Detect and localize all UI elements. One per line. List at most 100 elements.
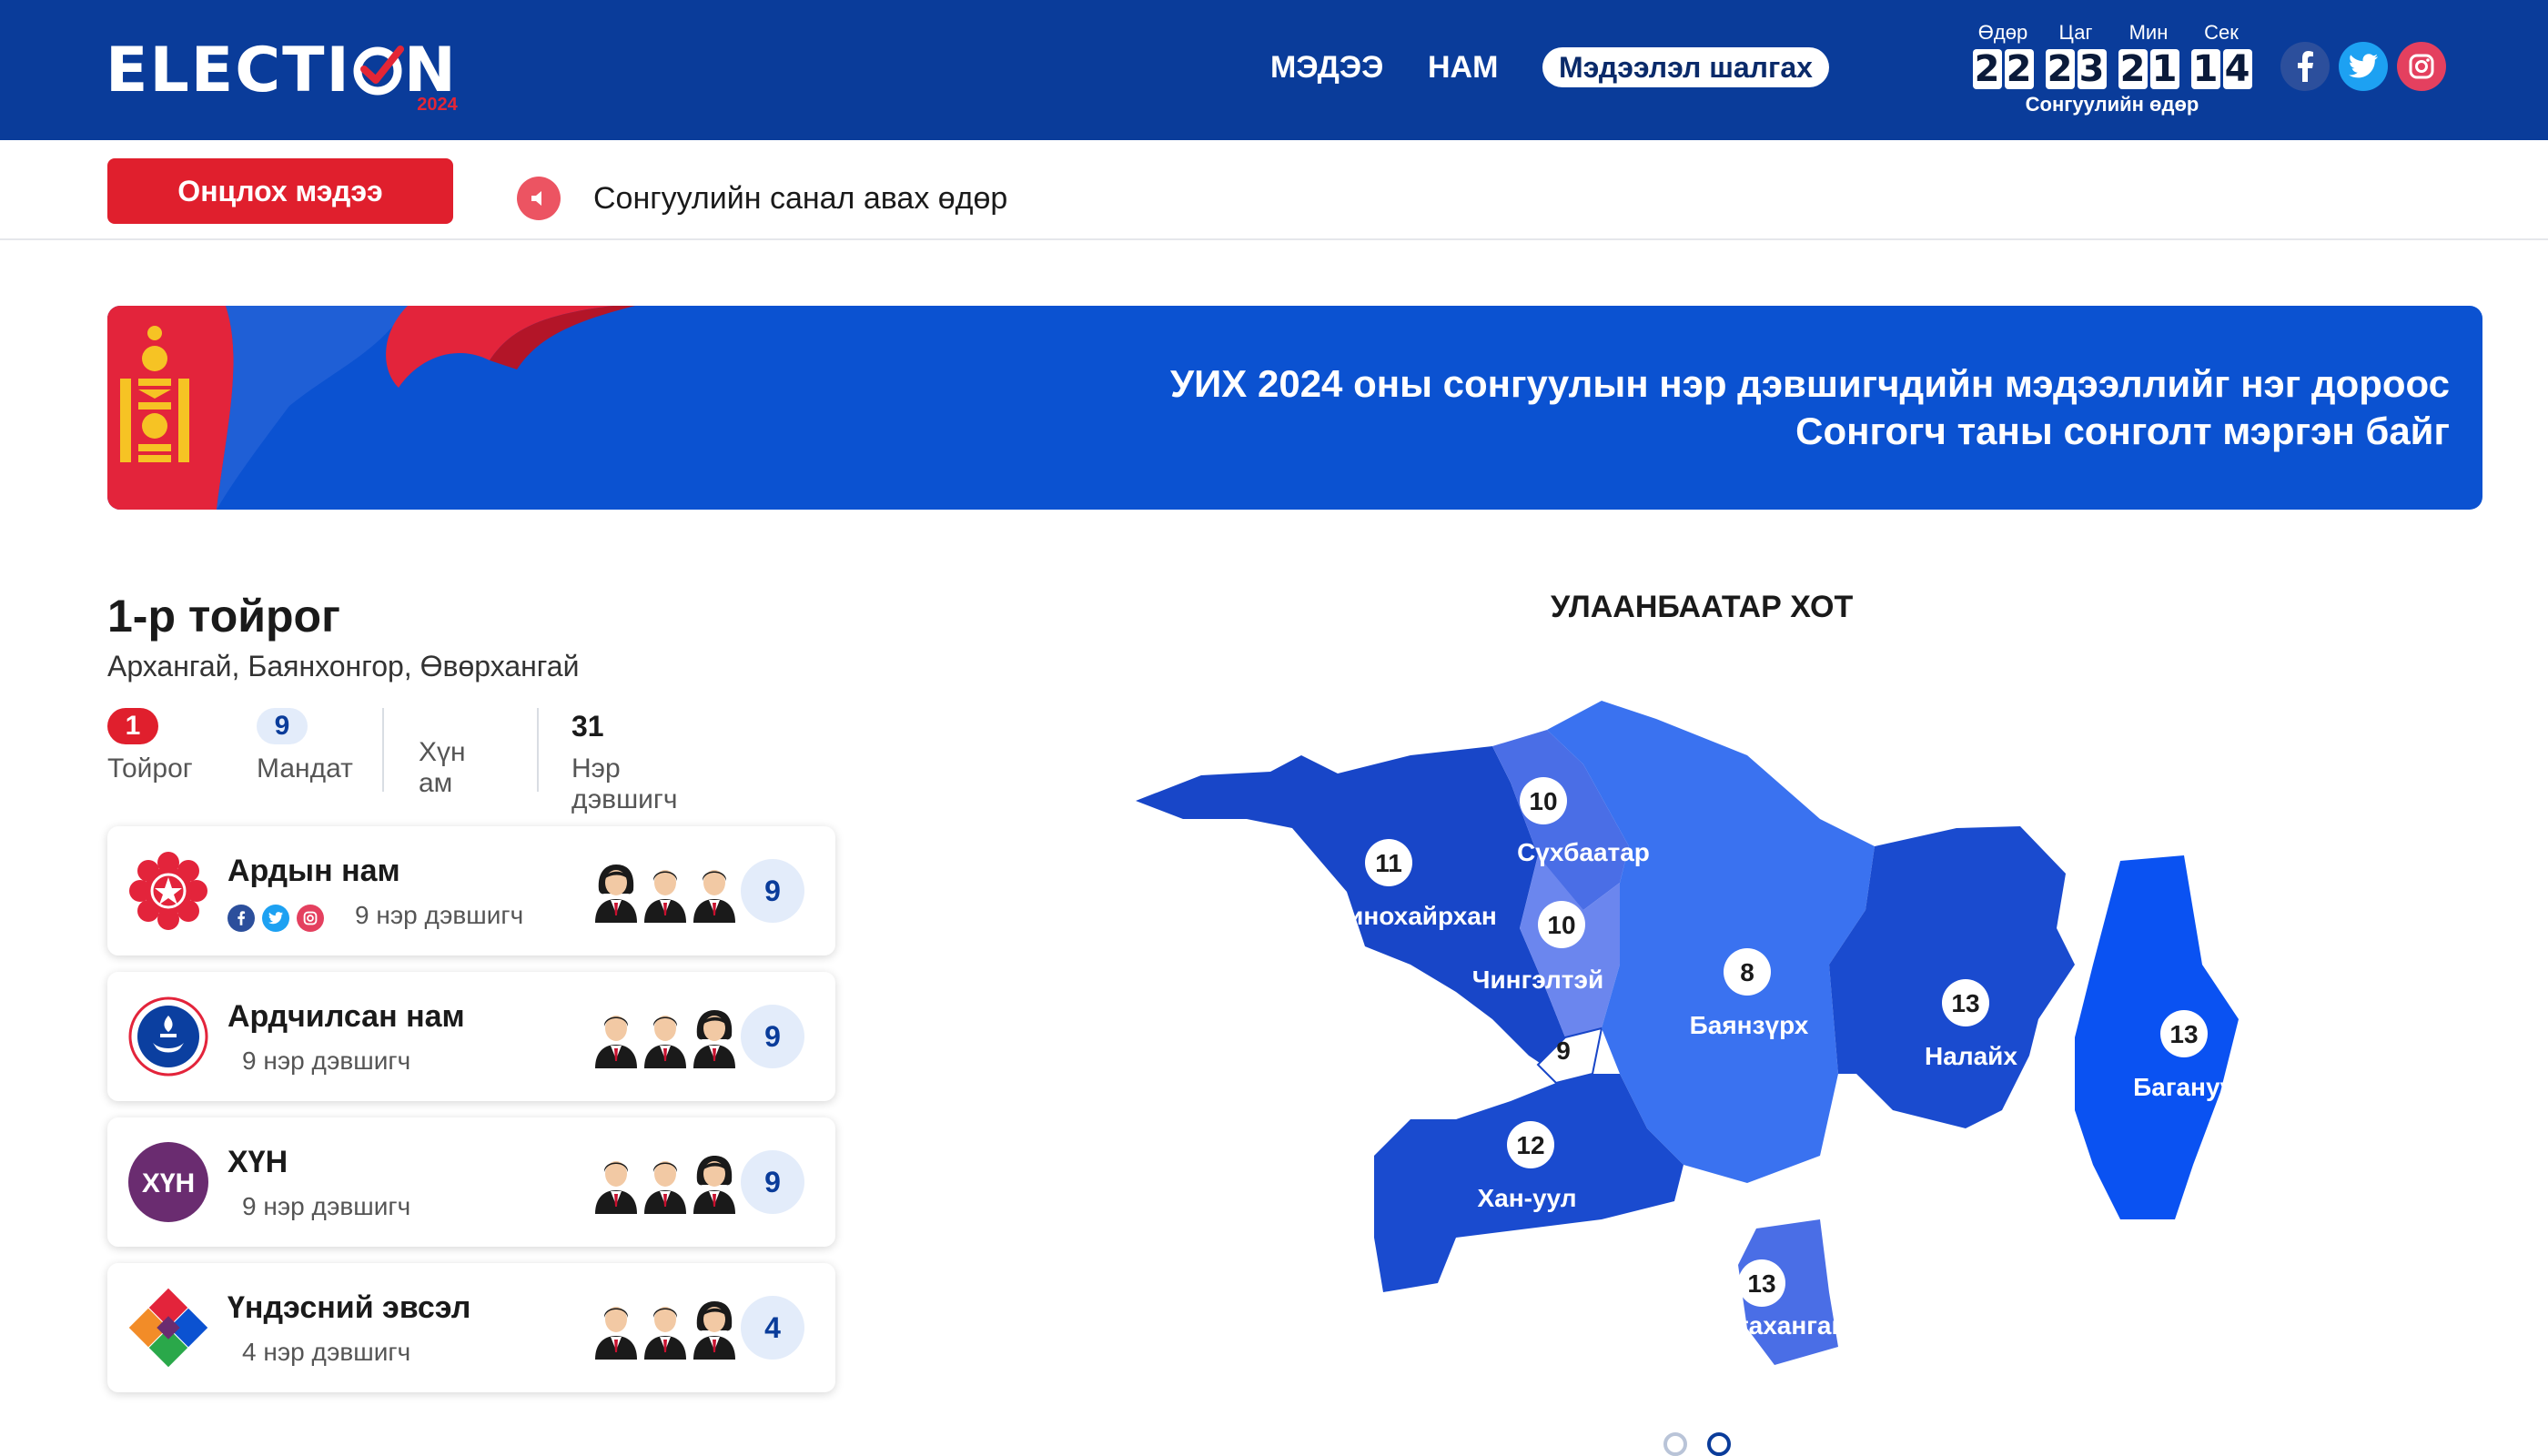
female-candidate-icon <box>595 864 637 923</box>
party-candidate-count: 4 нэр дэвшигч <box>242 1338 411 1366</box>
election-logo[interactable]: ELECTI N 2024 <box>106 31 458 116</box>
map-district-label: Сонгинохайрхан <box>1288 902 1497 930</box>
male-candidate-icon <box>595 1016 637 1068</box>
male-candidate-icon <box>644 870 686 923</box>
map-district-baganuur[interactable] <box>2075 855 2239 1219</box>
male-candidate-icon <box>644 1016 686 1068</box>
party-candidate-badge: 9 <box>741 1150 804 1214</box>
stat-divider <box>537 708 539 792</box>
hero-banner: УИХ 2024 оны сонгуулын нэр дэвшигчдийн м… <box>107 306 2482 510</box>
twitter-icon[interactable] <box>262 905 289 932</box>
countdown-digit: 4 <box>2222 49 2252 89</box>
stat-district: 1 Тойрог <box>107 706 193 794</box>
countdown-days: Өдөр 22 <box>1971 20 2035 89</box>
countdown-digit: 2 <box>1972 49 2002 89</box>
speaker-icon <box>517 177 561 220</box>
candidate-avatars <box>593 863 741 923</box>
stat-district-label: Тойрог <box>107 753 193 784</box>
top-navigation-bar: ELECTI N 2024 МЭДЭЭ НАМ Мэдээлэл шалгах Ө… <box>0 0 2548 140</box>
map-marker-bayangol[interactable]: 9 <box>1556 1036 1571 1065</box>
party-card[interactable]: Ардчилсан нам 9 нэр дэвшигч 9 <box>107 972 835 1101</box>
party-social-links <box>228 905 324 932</box>
male-candidate-icon <box>693 870 735 923</box>
mandate-count-badge: 9 <box>257 708 308 744</box>
male-candidate-icon <box>595 1161 637 1214</box>
party-name: Үндэсний эвсэл <box>228 1290 471 1325</box>
countdown-digit: 1 <box>2149 49 2179 89</box>
mongolian-flag-image <box>107 306 635 510</box>
map-district-label: Сүхбаатар <box>1517 838 1650 866</box>
female-candidate-icon <box>693 1301 735 1360</box>
countdown-minutes: Мин 21 <box>2117 20 2180 89</box>
party-name: ХҮН <box>228 1145 288 1179</box>
party-name: Ардчилсан нам <box>228 999 465 1034</box>
stat-population: Хүн ам <box>419 730 466 817</box>
map-marker-number: 10 <box>1547 911 1575 939</box>
map-district-label: Баянзүрх <box>1690 1011 1809 1039</box>
male-candidate-icon <box>595 1307 637 1360</box>
party-card[interactable]: Ардын нам 9 нэр дэвшигч 9 <box>107 826 835 956</box>
mpp-party-logo <box>129 852 207 930</box>
logo-wordmark: ELECTI N <box>106 35 458 106</box>
nav-info-check-button[interactable]: Мэдээлэл шалгах <box>1542 47 1829 87</box>
instagram-icon[interactable] <box>297 905 324 932</box>
stat-candidates: 31 Нэр дэвшигч <box>571 706 677 815</box>
countdown-caption: Сонгуулийн өдөр <box>2025 93 2199 116</box>
countdown-hours: Цаг 23 <box>2044 20 2108 89</box>
logo-year: 2024 <box>417 95 458 115</box>
countdown-hours-label: Цаг <box>2058 21 2093 44</box>
twitter-icon[interactable] <box>2339 42 2388 91</box>
countdown-digit: 2 <box>2004 49 2034 89</box>
instagram-icon[interactable] <box>2397 42 2446 91</box>
candidate-count: 31 <box>571 709 604 743</box>
male-candidate-icon <box>644 1307 686 1360</box>
breaking-news-text[interactable]: Сонгуулийн санал авах өдөр <box>593 177 1007 220</box>
female-candidate-icon <box>693 1156 735 1214</box>
stat-population-label: Хүн ам <box>419 737 466 798</box>
map-district-label: Хан-уул <box>1477 1184 1576 1212</box>
party-candidate-badge: 9 <box>741 859 804 923</box>
party-candidate-count: 9 нэр дэвшигч <box>355 901 524 929</box>
party-card[interactable]: Үндэсний эвсэл 4 нэр дэвшигч 4 <box>107 1263 835 1392</box>
countdown-minutes-label: Мин <box>2128 21 2169 44</box>
logo-checkmark-icon <box>353 46 404 96</box>
stat-candidates-label: Нэр дэвшигч <box>571 753 678 814</box>
map-district-label: Налайх <box>1925 1042 2017 1070</box>
map-marker-number: 8 <box>1740 958 1754 986</box>
map-marker-number: 13 <box>2169 1020 2198 1048</box>
hero-headline: УИХ 2024 оны сонгуулын нэр дэвшигчдийн м… <box>1169 362 2450 405</box>
hun-logo-text: ХҮН <box>142 1168 195 1198</box>
district-provinces: Архангай, Баянхонгор, Өвөрхангай <box>107 650 580 682</box>
nav-party-link[interactable]: НАМ <box>1428 47 1498 87</box>
party-candidate-badge: 4 <box>741 1296 804 1360</box>
map-district-label: Багахангай <box>1705 1311 1846 1340</box>
facebook-icon[interactable] <box>228 905 255 932</box>
stat-mandate-label: Мандат <box>257 753 353 784</box>
election-countdown: Өдөр 22 Цаг 23 Мин 21 Сек 14 Сонгуулийн … <box>1971 20 2253 120</box>
breaking-news-bar: Онцлох мэдээ Сонгуулийн санал авах өдөр <box>0 140 2548 240</box>
map-district-label: Чингэлтэй <box>1472 966 1603 994</box>
hun-party-logo: ХҮН <box>128 1142 208 1222</box>
map-marker-number: 13 <box>1951 989 1979 1017</box>
map-title: УЛААНБААТАР ХОТ <box>1551 590 1854 624</box>
featured-news-button[interactable]: Онцлох мэдээ <box>107 158 453 224</box>
countdown-digit: 2 <box>2045 49 2075 89</box>
candidate-avatars <box>593 1154 741 1214</box>
candidate-avatars <box>593 1008 741 1068</box>
map-marker-number: 12 <box>1516 1131 1544 1159</box>
district-title: 1-р тойрог <box>107 591 340 642</box>
stat-mandate: 9 Мандат <box>257 706 353 794</box>
dp-party-logo <box>128 996 208 1077</box>
map-district-label: Багануур <box>2133 1073 2250 1101</box>
party-card[interactable]: ХҮН ХҮН 9 нэр дэвшигч 9 <box>107 1117 835 1247</box>
map-marker-number: 9 <box>1556 1036 1571 1065</box>
nav-news-link[interactable]: МЭДЭЭ <box>1270 47 1383 87</box>
carousel-dot[interactable] <box>1663 1432 1687 1456</box>
party-candidate-badge: 9 <box>741 1005 804 1068</box>
facebook-icon[interactable] <box>2280 42 2330 91</box>
countdown-digit: 3 <box>2077 49 2107 89</box>
map-marker-number: 10 <box>1529 787 1557 815</box>
ulaanbaatar-district-map: 11 Сонгинохайрхан 10 Сүхбаатар 10 Чингэл… <box>1136 701 2250 1365</box>
carousel-dot-active[interactable] <box>1707 1432 1731 1456</box>
party-name: Ардын нам <box>228 854 400 888</box>
